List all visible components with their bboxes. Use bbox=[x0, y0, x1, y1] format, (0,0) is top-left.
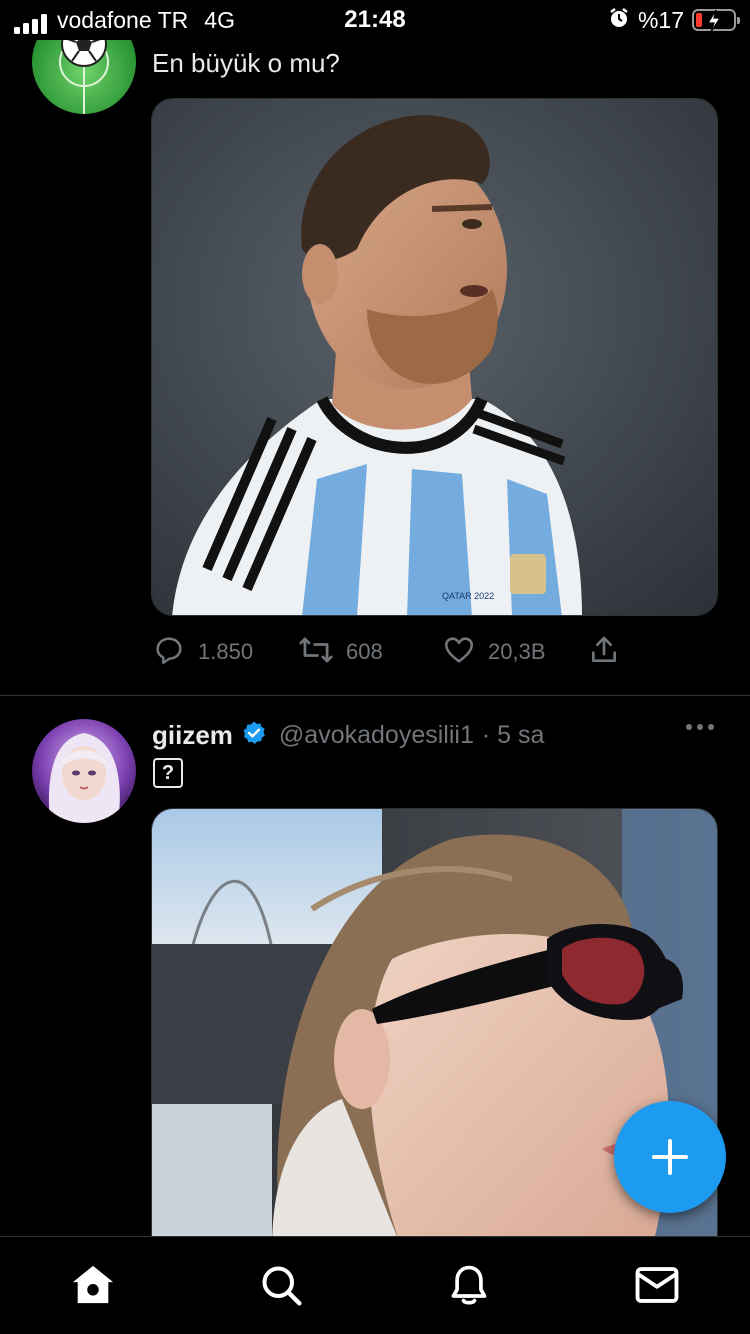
share-button[interactable] bbox=[588, 634, 620, 670]
verified-badge-icon bbox=[241, 720, 267, 751]
tweet-photo[interactable]: QATAR 2022 bbox=[151, 98, 718, 616]
like-count: 20,3B bbox=[488, 639, 546, 664]
bottom-navigation bbox=[0, 1236, 750, 1334]
nav-home[interactable] bbox=[69, 1263, 117, 1311]
svg-text:QATAR 2022: QATAR 2022 bbox=[442, 591, 494, 601]
like-icon bbox=[442, 633, 476, 672]
more-options-icon[interactable] bbox=[686, 724, 714, 730]
reply-button[interactable]: 1.850 bbox=[152, 634, 253, 670]
user-handle[interactable]: @avokadoyesilii1 bbox=[279, 721, 474, 750]
compose-tweet-button[interactable] bbox=[614, 1101, 726, 1213]
nav-messages[interactable] bbox=[633, 1263, 681, 1311]
retweet-icon bbox=[298, 633, 334, 672]
reply-count: 1.850 bbox=[198, 639, 254, 664]
notifications-icon bbox=[447, 1262, 491, 1313]
photo-football-player-argentina-jersey: QATAR 2022 bbox=[152, 99, 717, 615]
search-icon bbox=[259, 1263, 303, 1312]
display-name[interactable]: giizem bbox=[152, 720, 233, 751]
alarm-icon bbox=[608, 7, 630, 34]
share-icon bbox=[588, 633, 620, 672]
tweet-text: En büyük o mu? bbox=[152, 48, 340, 78]
battery-percentage: %17 bbox=[637, 6, 684, 33]
home-icon bbox=[70, 1263, 116, 1312]
tweet-actions: 1.850 608 20,3B bbox=[152, 634, 652, 670]
status-right: %17 bbox=[608, 6, 740, 34]
app-screen: vodafone TR 4G 21:48 %17 En büyük o mu? … bbox=[0, 0, 750, 1334]
tweet-header: giizem @avokadoyesilii1 · 5 sa bbox=[152, 718, 544, 752]
status-bar: vodafone TR 4G 21:48 %17 bbox=[0, 0, 750, 40]
giizem-avatar[interactable] bbox=[32, 719, 136, 823]
tweet-1[interactable]: En büyük o mu? QATAR 2022 1.850 608 20,3… bbox=[0, 0, 750, 696]
unknown-emoji-glyph: ? bbox=[153, 758, 183, 788]
nav-search[interactable] bbox=[257, 1263, 305, 1311]
retweet-button[interactable]: 608 bbox=[298, 634, 383, 670]
battery-charging-icon bbox=[692, 9, 740, 33]
tweet-time: · 5 sa bbox=[481, 720, 545, 749]
messages-icon bbox=[634, 1265, 680, 1310]
nav-notifications[interactable] bbox=[445, 1263, 493, 1311]
reply-icon bbox=[152, 633, 186, 672]
like-button[interactable]: 20,3B bbox=[442, 634, 546, 670]
retweet-count: 608 bbox=[346, 639, 383, 664]
